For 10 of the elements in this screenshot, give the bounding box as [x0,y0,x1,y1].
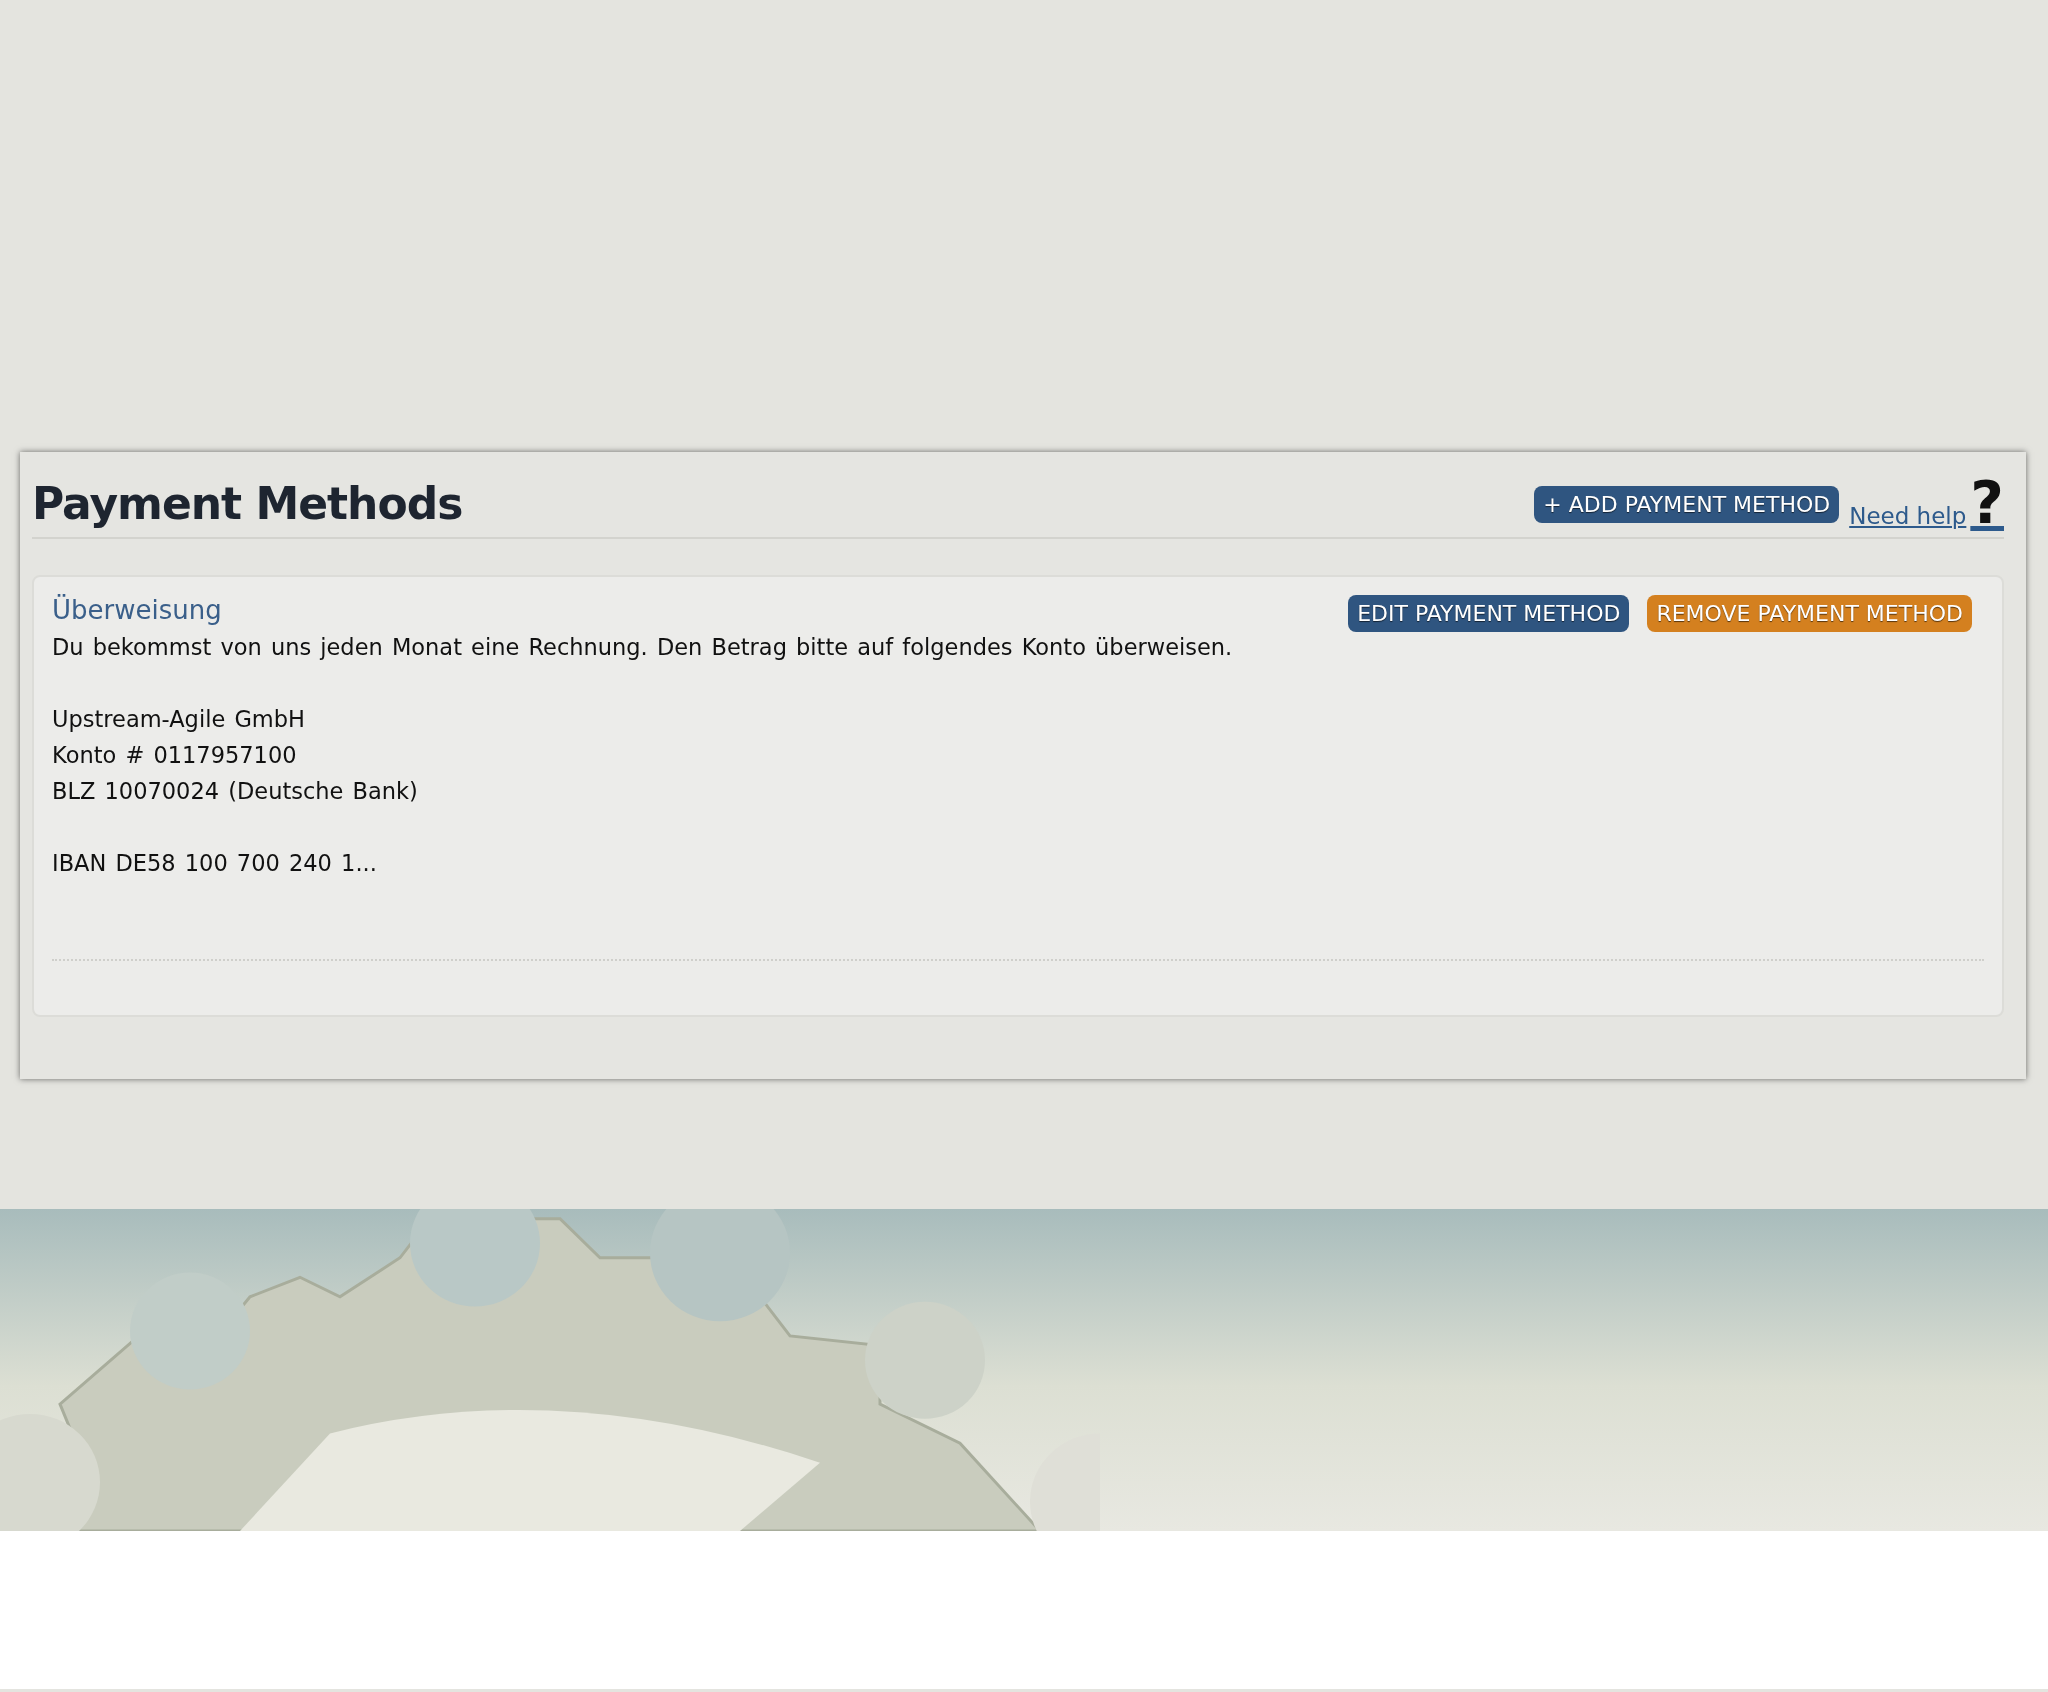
page-title: Payment Methods [32,478,463,529]
need-help-link[interactable]: Need help? [1849,476,2004,529]
edit-payment-method-button[interactable]: EDIT PAYMENT METHOD [1348,595,1630,632]
method-name: Überweisung [52,595,223,625]
add-payment-method-button[interactable]: + ADD PAYMENT METHOD [1534,486,1840,523]
account-detail: BLZ 10070024 (Deutsche Bank) [52,777,419,806]
method-description: Du bekommst von uns jeden Monat eine Rechnung. Den Betrag bitte auf folgendes Konto überweisen. [52,633,1233,662]
account-detail: Upstream-Agile GmbH [52,705,306,734]
account-detail: IBAN DE58 100 700 240 1... [52,849,378,878]
account-detail: Konto # 0117957100 [52,741,298,770]
